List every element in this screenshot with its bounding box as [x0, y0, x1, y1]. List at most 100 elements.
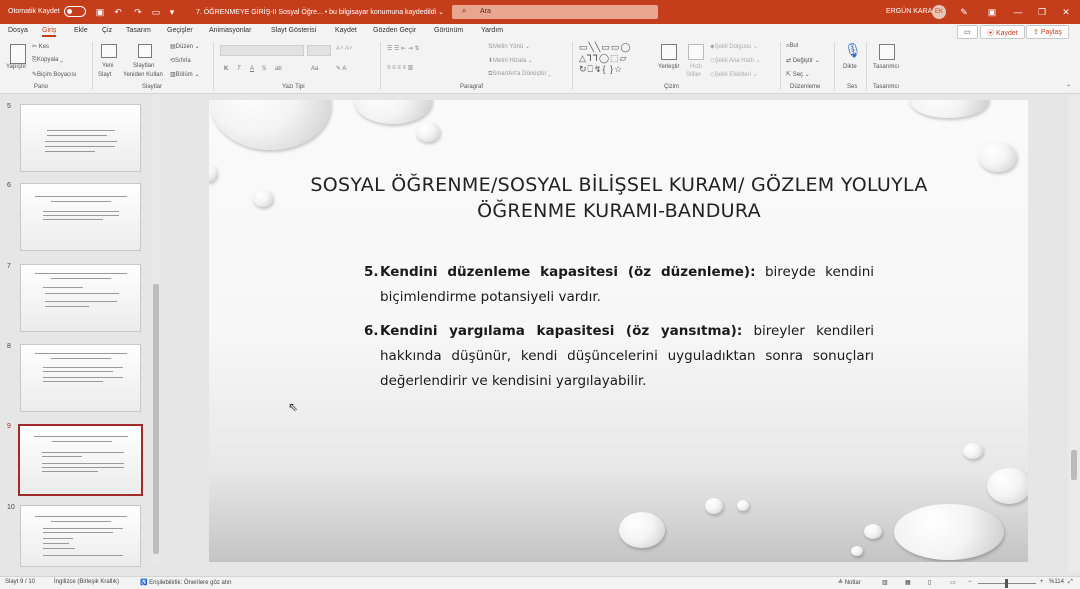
new-slide-icon[interactable] — [101, 44, 117, 58]
language-indicator[interactable]: İngilizce (Birleşik Krallık) — [54, 579, 119, 585]
tab-review[interactable]: Gözden Geçir — [373, 27, 416, 34]
shapes-gallery-icon[interactable]: ▭╲╲▭▭◯ — [579, 42, 631, 53]
slide-content[interactable]: 5. Kendini düzenleme kapasitesi (öz düze… — [364, 260, 874, 403]
slide-thumbnail[interactable] — [20, 264, 141, 332]
change-case-button[interactable]: Aa — [311, 66, 318, 72]
accessibility-button[interactable]: ♿ Erişilebilirlik: Önerilere göz atın — [140, 579, 232, 586]
undo-icon[interactable]: ↶ — [112, 6, 124, 18]
quick-styles-label-1[interactable]: Hızlı — [690, 64, 702, 70]
format-painter-button[interactable]: ✎Biçim Boyacısı — [32, 71, 76, 78]
paste-button[interactable]: Yapıştır — [6, 64, 26, 70]
customize-toolbar-icon[interactable]: ▾ — [166, 6, 178, 18]
collapse-ribbon-icon[interactable]: ⌃ — [1066, 84, 1071, 91]
slide-thumbnail[interactable] — [20, 505, 141, 567]
copy-button[interactable]: ⎘Kopyala ⌄ — [32, 57, 63, 64]
minimize-icon[interactable]: — — [1012, 6, 1024, 18]
dictate-button[interactable]: Dikte — [843, 64, 857, 70]
tab-home[interactable]: Giriş — [42, 27, 57, 37]
highlight-icon[interactable]: ✎ A — [336, 65, 346, 72]
new-slide-label-2[interactable]: Slayt — [98, 72, 111, 78]
reuse-slides-icon[interactable] — [138, 44, 152, 58]
italic-button[interactable]: T — [237, 66, 241, 72]
tab-animations[interactable]: Animasyonlar — [209, 27, 251, 34]
alignment-icons[interactable]: ≡ ≡ ≡ ≡ ▥ — [387, 64, 413, 71]
fit-to-window-icon[interactable]: ⤢ — [1068, 579, 1073, 586]
maximize-icon[interactable]: ❐ — [1036, 6, 1048, 18]
shape-effects-button[interactable]: ◇Şekil Efektleri ⌄ — [710, 71, 758, 78]
shape-outline-button[interactable]: ◇Şekil Ana Hattı ⌄ — [710, 57, 761, 64]
align-text-button[interactable]: ⬍Metni Hizala ⌄ — [488, 57, 533, 64]
bold-button[interactable]: K — [224, 66, 228, 72]
zoom-level[interactable]: %114 — [1049, 579, 1064, 585]
shape-fill-button[interactable]: ◆Şekil Dolgusu ⌄ — [710, 43, 758, 50]
smartart-button[interactable]: ⧉SmartArt'a Dönüştür ⌄ — [488, 71, 551, 78]
character-spacing-button[interactable]: ab — [275, 66, 282, 72]
microphone-icon[interactable]: 🎙 — [844, 42, 862, 59]
ribbon-display-icon[interactable]: ▣ — [986, 6, 998, 18]
tab-draw[interactable]: Çiz — [102, 27, 112, 34]
slide-canvas[interactable]: SOSYAL ÖĞRENME/SOSYAL BİLİŞSEL KURAM/ GÖ… — [209, 100, 1028, 562]
designer-button[interactable]: Tasarımcı — [873, 64, 899, 70]
reading-view-icon[interactable]: ▯ — [928, 579, 931, 586]
layout-button[interactable]: ▤Düzen ⌄ — [170, 43, 200, 50]
autosave-toggle[interactable] — [64, 6, 86, 17]
avatar[interactable]: EK — [932, 5, 946, 19]
strikethrough-button[interactable]: S — [262, 66, 266, 72]
slide-thumbnail[interactable] — [20, 104, 141, 172]
tab-slideshow[interactable]: Slayt Gösterisi — [271, 27, 316, 34]
text-direction-button[interactable]: ⇅Metin Yönü ⌄ — [488, 43, 530, 50]
designer-icon[interactable] — [879, 44, 895, 60]
zoom-slider-thumb[interactable] — [1005, 579, 1008, 588]
font-name-box[interactable] — [220, 45, 304, 56]
cut-button[interactable]: ✂ Kes — [32, 43, 49, 50]
section-button[interactable]: ▥Bölüm ⌄ — [170, 71, 199, 78]
slide-scrollbar-thumb[interactable] — [1071, 450, 1077, 480]
paste-icon[interactable] — [10, 44, 26, 64]
underline-button[interactable]: A — [250, 66, 254, 72]
thumbnail-scrollbar-thumb[interactable] — [153, 284, 159, 554]
thumbnail-scrollbar[interactable] — [152, 94, 160, 564]
tab-design[interactable]: Tasarım — [126, 27, 151, 34]
slide-thumbnail[interactable] — [20, 344, 141, 412]
close-icon[interactable]: ✕ — [1060, 6, 1072, 18]
font-size-box[interactable] — [307, 45, 331, 56]
zoom-out-icon[interactable]: − — [968, 579, 972, 585]
share-button[interactable]: ⇪ Paylaş — [1026, 25, 1069, 39]
record-button[interactable]: ⦿ Kaydet — [980, 25, 1025, 39]
document-title[interactable]: 7. ÖĞRENMEYE GİRİŞ-II Sosyal Öğre... • b… — [196, 8, 444, 16]
user-name[interactable]: ERGÜN KARA — [886, 8, 932, 15]
bullets-icon[interactable]: ☰ ☰ ⇤ ⇥ ⇅ — [387, 45, 420, 52]
slide-sorter-icon[interactable]: ▦ — [905, 579, 911, 586]
font-size-arrows[interactable]: A˄ A˅ — [336, 46, 352, 52]
slideshow-view-icon[interactable]: ▭ — [950, 579, 956, 586]
tab-file[interactable]: Dosya — [8, 27, 28, 34]
find-button[interactable]: ⌕Bul — [786, 43, 798, 50]
slide-title[interactable]: SOSYAL ÖĞRENME/SOSYAL BİLİŞSEL KURAM/ GÖ… — [249, 172, 989, 224]
search-box[interactable]: ⌕ Ara — [452, 5, 658, 19]
new-slide-label-1[interactable]: Yeni — [102, 63, 113, 69]
replace-button[interactable]: ⇄ Değiştir ⌄ — [786, 57, 820, 64]
slide-scrollbar[interactable] — [1068, 94, 1080, 572]
tab-transitions[interactable]: Geçişler — [167, 27, 193, 34]
tab-help[interactable]: Yardım — [481, 27, 503, 34]
normal-view-icon[interactable]: ▥ — [882, 579, 888, 586]
slideshow-start-icon[interactable]: ▭ — [150, 6, 162, 18]
save-icon[interactable]: ▣ — [94, 6, 106, 18]
reuse-slides-label-1[interactable]: Slaytları — [133, 63, 155, 69]
comments-button[interactable]: ▭ — [957, 25, 978, 39]
reuse-slides-label-2[interactable]: Yeniden Kullan — [123, 72, 163, 78]
tab-view[interactable]: Görünüm — [434, 27, 463, 34]
quick-styles-label-2[interactable]: Stiller — [686, 72, 701, 78]
arrange-button[interactable]: Yerleştir — [658, 64, 679, 70]
notes-button[interactable]: ≜ Notlar — [838, 579, 861, 586]
quick-styles-icon[interactable] — [688, 44, 704, 60]
slide-thumbnail[interactable] — [20, 183, 141, 251]
shapes-gallery-icon[interactable]: ↻⎕↯{ }☆ — [579, 64, 623, 75]
pen-icon[interactable]: ✎ — [958, 6, 970, 18]
reset-button[interactable]: ⟲Sıfırla — [170, 57, 191, 64]
slide-thumbnail-selected[interactable] — [18, 424, 143, 496]
shapes-gallery-icon[interactable]: △⅂⅂◯⬚▱ — [579, 53, 627, 64]
redo-icon[interactable]: ↷ — [132, 6, 144, 18]
arrange-icon[interactable] — [661, 44, 677, 60]
select-button[interactable]: ⇱ Seç ⌄ — [786, 71, 810, 78]
